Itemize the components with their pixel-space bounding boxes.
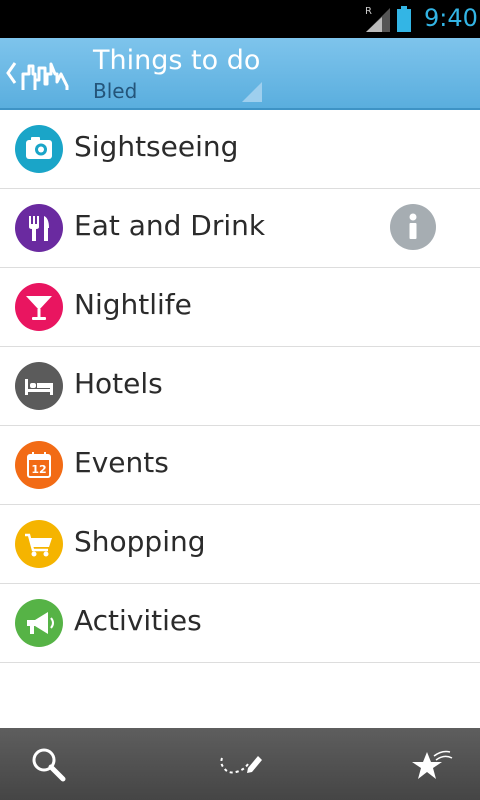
page-title[interactable]: Things to do [93, 45, 260, 76]
search-icon [32, 748, 66, 782]
list-item-label: Activities [74, 604, 202, 637]
location-subtitle[interactable]: Bled [93, 79, 137, 103]
list-item-label: Sightseeing [74, 130, 239, 163]
search-button[interactable] [0, 728, 96, 800]
list-item-eat-and-drink[interactable]: Eat and Drink [0, 189, 480, 268]
action-bar: Things to do Bled [0, 38, 480, 110]
signal-icon [366, 8, 390, 32]
chevron-left-icon[interactable] [4, 60, 18, 86]
route-pencil-icon [220, 756, 262, 774]
info-icon[interactable] [390, 204, 436, 250]
list-item-label: Events [74, 446, 169, 479]
calendar-day: 12 [31, 463, 46, 476]
category-list: Sightseeing Eat and Drink Nightlife Hote… [0, 110, 480, 663]
cart-icon [15, 520, 63, 568]
camera-icon [15, 125, 63, 173]
list-item-label: Eat and Drink [74, 209, 266, 242]
list-item-label: Shopping [74, 525, 206, 558]
skyline-logo-icon[interactable] [20, 54, 70, 94]
megaphone-icon [15, 599, 63, 647]
list-item-label: Nightlife [74, 288, 192, 321]
route-button[interactable] [192, 728, 288, 800]
list-item-label: Hotels [74, 367, 163, 400]
status-bar: R 9:40 [0, 0, 480, 38]
fork-knife-icon [15, 204, 63, 252]
list-item-events[interactable]: 12 Events [0, 426, 480, 505]
list-item-sightseeing[interactable]: Sightseeing [0, 110, 480, 189]
list-item-activities[interactable]: Activities [0, 584, 480, 663]
list-item-nightlife[interactable]: Nightlife [0, 268, 480, 347]
favorites-stars-icon [412, 750, 453, 779]
clock: 9:40 [424, 4, 478, 32]
battery-icon [397, 6, 411, 32]
bed-icon [15, 362, 63, 410]
list-item-hotels[interactable]: Hotels [0, 347, 480, 426]
list-item-shopping[interactable]: Shopping [0, 505, 480, 584]
calendar-icon: 12 [15, 441, 63, 489]
cocktail-icon [15, 283, 63, 331]
bottom-toolbar [0, 728, 480, 800]
dropdown-indicator-icon[interactable] [242, 82, 262, 102]
favorites-button[interactable] [384, 728, 480, 800]
